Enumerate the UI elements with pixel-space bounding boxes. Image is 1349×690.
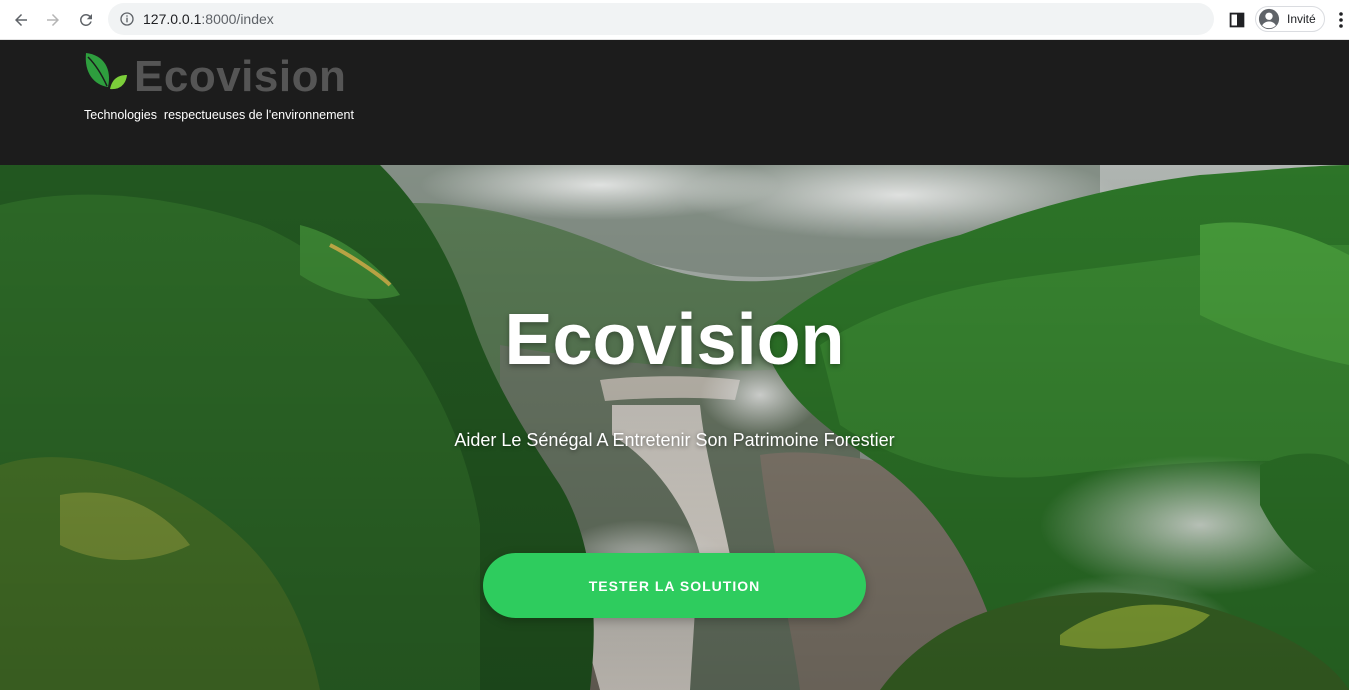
forward-button[interactable]	[40, 7, 66, 33]
profile-icon	[1258, 8, 1280, 30]
kebab-menu-icon[interactable]	[1334, 10, 1348, 30]
side-panel-icon[interactable]	[1226, 9, 1248, 31]
forward-arrow-icon	[47, 14, 59, 26]
url-text: 127.0.0.1:8000/index	[143, 11, 274, 27]
profile-button[interactable]: Invité	[1255, 6, 1325, 32]
site-header: Ecovision Technologies respectueuses de …	[0, 40, 1349, 165]
site-tagline: Technologies respectueuses de l'environn…	[84, 108, 354, 122]
url-path: :8000/index	[201, 11, 274, 27]
profile-label: Invité	[1287, 12, 1316, 26]
back-button[interactable]	[8, 7, 34, 33]
hero-section: Ecovision Aider Le Sénégal A Entretenir …	[0, 165, 1349, 690]
reload-icon	[79, 13, 92, 26]
leaf-logo-icon[interactable]	[82, 51, 128, 93]
hero-title: Ecovision	[504, 300, 845, 380]
site-logo-text[interactable]: Ecovision	[134, 52, 346, 102]
reload-button[interactable]	[73, 7, 99, 33]
address-bar[interactable]: 127.0.0.1:8000/index	[108, 3, 1214, 35]
info-icon[interactable]	[119, 11, 135, 27]
browser-toolbar: 127.0.0.1:8000/index Invité	[0, 0, 1349, 40]
hero-subtitle: Aider Le Sénégal A Entretenir Son Patrim…	[454, 430, 895, 450]
url-host: 127.0.0.1	[143, 11, 202, 27]
test-solution-button[interactable]: TESTER LA SOLUTION	[483, 553, 866, 618]
back-arrow-icon	[15, 14, 27, 26]
